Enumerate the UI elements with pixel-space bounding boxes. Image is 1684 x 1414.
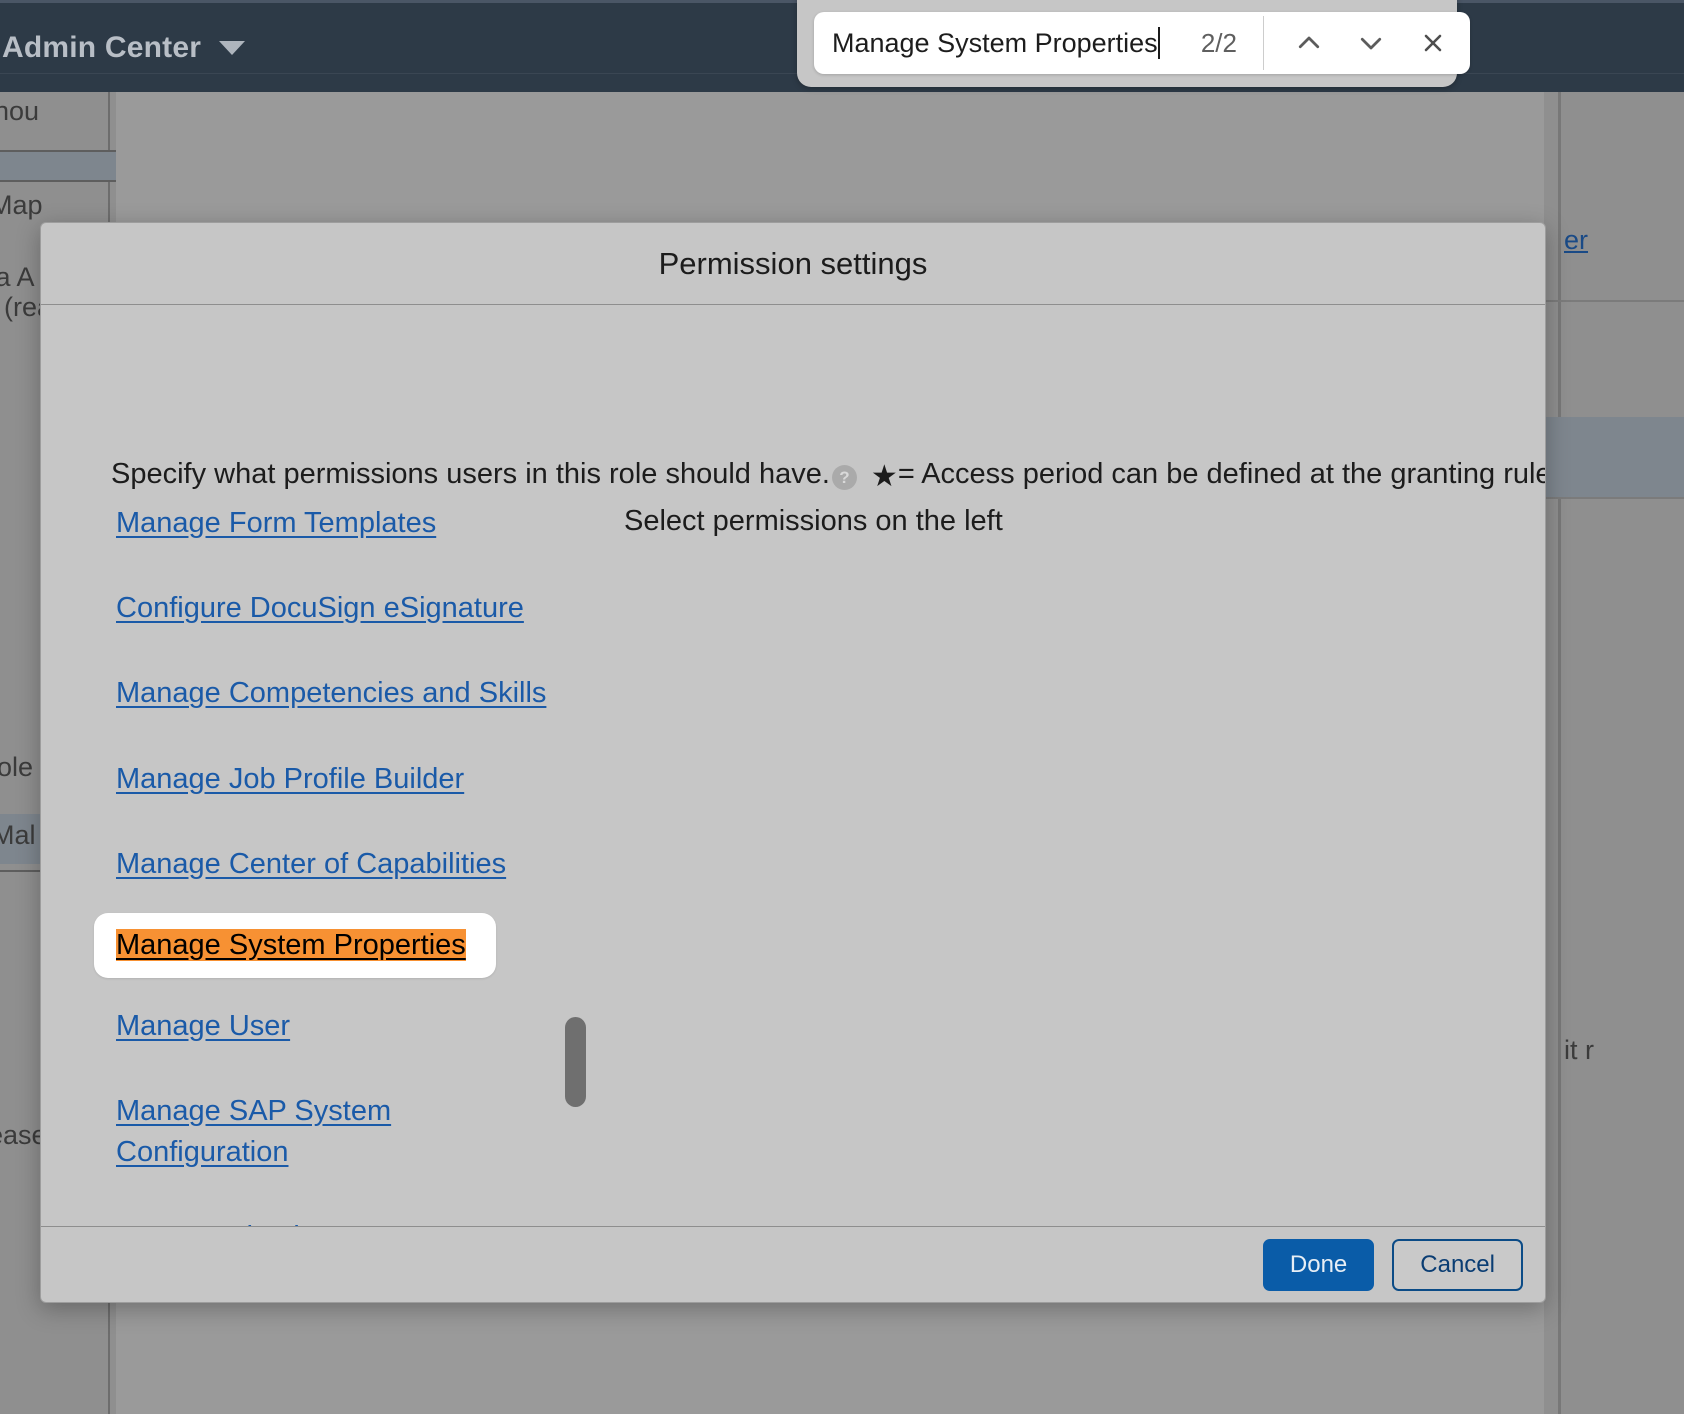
chevron-up-icon: [1298, 36, 1320, 49]
find-match-count: 2/2: [1200, 27, 1237, 58]
permission-link-manage-competencies-and-skills[interactable]: Manage Competencies and Skills: [116, 673, 546, 714]
permission-link-configure-docusign-esignature[interactable]: Configure DocuSign eSignature: [116, 588, 524, 629]
background-band: [1544, 417, 1684, 497]
chevron-down-icon: [1360, 37, 1382, 50]
dialog-description-row: Specify what permissions users in this r…: [111, 457, 1545, 493]
star-note-text: = Access period can be defined at the gr…: [897, 458, 1545, 490]
background-text-fragment: nou: [0, 96, 40, 126]
permission-link-manage-job-profile-builder[interactable]: Manage Job Profile Builder: [116, 759, 464, 800]
background-text-fragment: Map: [0, 190, 43, 220]
dialog-body: Specify what permissions users in this r…: [41, 305, 1545, 1226]
permission-link-manage-sap-system-configuration[interactable]: Manage SAP System Configuration: [116, 1091, 476, 1173]
divider: [0, 180, 116, 182]
permission-link-active-focus-ring: Manage System Properties: [94, 912, 496, 978]
dialog-description-text: Specify what permissions users in this r…: [111, 458, 830, 490]
permission-list: Manage Form Templates Configure DocuSign…: [94, 503, 616, 1226]
text-cursor: [1158, 27, 1160, 59]
background-band: [0, 152, 116, 180]
divider: [1558, 92, 1561, 1414]
dialog-header: Permission settings: [41, 223, 1545, 305]
done-button[interactable]: Done: [1262, 1238, 1375, 1291]
background-text-fragment: it r: [1564, 1035, 1594, 1065]
close-icon: [1424, 34, 1442, 52]
app-title[interactable]: Admin Center: [0, 31, 201, 65]
right-pane-hint: Select permissions on the left: [624, 505, 1003, 537]
permission-list-scrollbar-thumb[interactable]: [565, 1017, 586, 1107]
permission-link-manage-form-templates[interactable]: Manage Form Templates: [116, 503, 436, 544]
divider: [1544, 497, 1684, 499]
find-in-page-bar: 2/2: [797, 0, 1470, 87]
find-controls: [1264, 12, 1470, 74]
permission-link-manage-center-of-capabilities[interactable]: Manage Center of Capabilities: [116, 844, 506, 885]
find-close-button[interactable]: [1402, 12, 1464, 74]
cancel-button[interactable]: Cancel: [1392, 1238, 1523, 1291]
permission-link-manage-system-properties[interactable]: Manage System Properties: [116, 928, 466, 961]
find-next-button[interactable]: [1340, 12, 1402, 74]
permission-settings-dialog: Permission settings Specify what permiss…: [40, 222, 1546, 1303]
permission-link-manage-user[interactable]: Manage User: [116, 1006, 290, 1047]
divider: [0, 150, 116, 152]
find-input-wrap[interactable]: [814, 12, 1201, 74]
chevron-down-icon[interactable]: [219, 40, 246, 55]
star-icon: ★: [870, 460, 898, 493]
help-icon[interactable]: ?: [831, 465, 857, 490]
background-right-column: er it r: [1544, 92, 1684, 1414]
find-input[interactable]: [832, 27, 1162, 59]
background-text-fragment: ta A: [0, 262, 35, 292]
screen-root: Admin Center nou Map ta A (rea role Mal …: [0, 0, 1684, 1414]
background-text-fragment: role: [0, 752, 34, 782]
background-link-fragment[interactable]: er: [1564, 225, 1588, 256]
find-previous-button[interactable]: [1278, 12, 1340, 74]
divider: [1544, 300, 1684, 302]
permission-link-manage-identity-account-and-group[interactable]: Manage Identity Account and Group: [116, 1217, 476, 1226]
background-text-fragment: Mal: [0, 820, 36, 850]
find-bar-inner: 2/2: [814, 12, 1470, 74]
dialog-title: Permission settings: [658, 245, 928, 281]
dialog-footer: Done Cancel: [41, 1226, 1545, 1302]
